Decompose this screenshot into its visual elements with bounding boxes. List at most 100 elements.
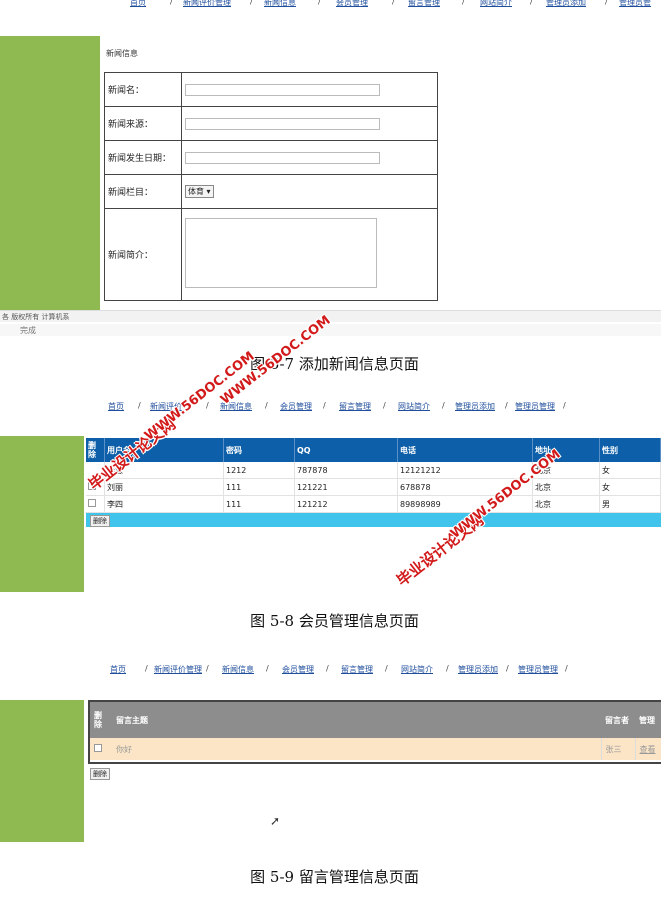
nav-site-intro[interactable]: 网站简介	[480, 0, 512, 8]
col-qq: QQ	[294, 438, 398, 462]
table-row: 你好 张三 查看	[90, 738, 661, 760]
cell-subject: 你好	[112, 738, 601, 760]
news-source-input[interactable]	[185, 117, 380, 130]
news-date-input[interactable]	[185, 151, 380, 164]
figure-caption-5-8: 图 5-8 会员管理信息页面	[250, 612, 419, 630]
cell-phone: 12121212	[397, 462, 533, 479]
cell-qq: 787878	[294, 462, 398, 479]
nav-news-info[interactable]: 新闻信息	[264, 0, 296, 8]
cell-gender: 女	[599, 462, 661, 479]
nav-separator: /	[506, 664, 509, 673]
nav-separator: /	[318, 0, 321, 6]
nav-members[interactable]: 会员管理	[336, 0, 368, 8]
nav-separator: /	[170, 0, 173, 6]
nav-separator: /	[505, 401, 508, 410]
delete-button[interactable]: 删除	[90, 515, 110, 527]
nav-separator: /	[323, 401, 326, 410]
table-action-bar: 删除	[86, 513, 661, 527]
section-title: 新闻信息	[106, 49, 138, 58]
cell-username: 刘丽	[104, 478, 224, 496]
nav-separator: /	[250, 0, 253, 6]
nav-separator: /	[392, 0, 395, 6]
table-row: 李慧 1212 787878 12121212 北京 女	[86, 462, 661, 479]
news-intro-textarea[interactable]	[185, 218, 377, 288]
nav-separator: /	[605, 0, 608, 6]
nav-separator: /	[206, 664, 209, 673]
nav-separator: /	[383, 401, 386, 410]
left-sidebar	[0, 436, 84, 592]
cell-address: 北京	[532, 478, 600, 496]
cell-address: 北京	[532, 495, 600, 513]
top-nav: 首页 / 新闻评价 / 新闻信息 / 会员管理 / 留言管理 / 网站简介 / …	[0, 397, 661, 417]
nav-separator: /	[442, 401, 445, 410]
news-intro-label: 新闻简介：	[104, 208, 182, 301]
cell-qq: 121221	[294, 478, 398, 496]
status-text: 完成	[20, 326, 36, 335]
message-table: 删除 留言主题 留言者 管理 你好 张三 查看	[90, 702, 661, 760]
row-checkbox[interactable]	[94, 744, 102, 752]
nav-site-intro[interactable]: 网站简介	[398, 401, 430, 412]
nav-site-intro[interactable]: 网站简介	[401, 664, 433, 675]
nav-separator: /	[446, 664, 449, 673]
nav-home[interactable]: 首页	[108, 401, 124, 412]
news-name-input[interactable]	[185, 83, 380, 96]
view-link[interactable]: 查看	[634, 738, 661, 760]
cell-gender: 男	[599, 495, 661, 513]
member-table: 删除 用户名 密码 QQ 电话 地址 性别 李慧 1212 787878 121…	[86, 438, 661, 513]
top-nav: 首页 / 新闻评价管理 / 新闻信息 / 会员管理 / 留言管理 / 网站简介 …	[0, 0, 661, 13]
nav-separator: /	[462, 0, 465, 6]
nav-separator: /	[326, 664, 329, 673]
nav-messages[interactable]: 留言管理	[341, 664, 373, 675]
news-form: 新闻名： 新闻来源： 新闻发生日期： 新闻栏目： 体育 ▾ 新闻简介：	[104, 72, 438, 301]
col-author: 留言者	[601, 702, 635, 738]
nav-messages[interactable]: 留言管理	[408, 0, 440, 8]
cell-qq: 121212	[294, 495, 398, 513]
message-table-frame: 删除 留言主题 留言者 管理 你好 张三 查看	[88, 700, 661, 764]
nav-admin-add[interactable]: 管理员添加	[455, 401, 495, 412]
nav-separator: /	[530, 0, 533, 6]
cell-password: 1212	[223, 462, 295, 479]
figure-caption-5-7: 图 5-7 添加新闻信息页面	[250, 355, 419, 373]
nav-admin-add[interactable]: 管理员添加	[546, 0, 586, 8]
col-delete: 删除	[90, 702, 112, 738]
col-delete: 删除	[86, 438, 105, 462]
nav-members[interactable]: 会员管理	[280, 401, 312, 412]
nav-separator: /	[206, 401, 209, 410]
col-gender: 性别	[599, 438, 661, 462]
nav-members[interactable]: 会员管理	[282, 664, 314, 675]
nav-separator: /	[565, 664, 568, 673]
nav-admin-manage[interactable]: 管理员管	[619, 0, 651, 8]
nav-admin-add[interactable]: 管理员添加	[458, 664, 498, 675]
top-nav: 首页 / 新闻评价管理 / 新闻信息 / 会员管理 / 留言管理 / 网站简介 …	[0, 660, 661, 680]
cell-username: 李四	[104, 495, 224, 513]
figure-caption-5-9: 图 5-9 留言管理信息页面	[250, 868, 419, 886]
table-row: 李四 111 121212 89898989 北京 男	[86, 495, 661, 513]
nav-messages[interactable]: 留言管理	[339, 401, 371, 412]
nav-news-review[interactable]: 新闻评价管理	[154, 664, 202, 675]
cursor-icon: ➚	[270, 814, 281, 828]
nav-separator: /	[265, 401, 268, 410]
news-name-label: 新闻名：	[104, 72, 182, 107]
col-phone: 电话	[397, 438, 533, 462]
news-date-label: 新闻发生日期：	[104, 140, 182, 175]
delete-button[interactable]: 删除	[90, 768, 110, 780]
nav-separator: /	[385, 664, 388, 673]
nav-home[interactable]: 首页	[110, 664, 126, 675]
nav-news-info[interactable]: 新闻信息	[222, 664, 254, 675]
news-column-select[interactable]: 体育 ▾	[185, 185, 214, 198]
table-row: 刘丽 111 121221 678878 北京 女	[86, 478, 661, 496]
cell-password: 111	[223, 478, 295, 496]
cell-author: 张三	[600, 738, 635, 760]
col-password: 密码	[223, 438, 295, 462]
nav-separator: /	[138, 401, 141, 410]
nav-separator: /	[145, 664, 148, 673]
nav-admin-manage[interactable]: 管理员管理	[515, 401, 555, 412]
row-checkbox[interactable]	[88, 499, 96, 507]
nav-news-review[interactable]: 新闻评价管理	[183, 0, 231, 8]
nav-home[interactable]: 首页	[130, 0, 146, 8]
nav-admin-manage[interactable]: 管理员管理	[518, 664, 558, 675]
nav-separator: /	[563, 401, 566, 410]
news-source-label: 新闻来源：	[104, 106, 182, 141]
news-column-label: 新闻栏目：	[104, 174, 182, 209]
screenshot-add-news: 首页 / 新闻评价管理 / 新闻信息 / 会员管理 / 留言管理 / 网站简介 …	[0, 0, 661, 322]
